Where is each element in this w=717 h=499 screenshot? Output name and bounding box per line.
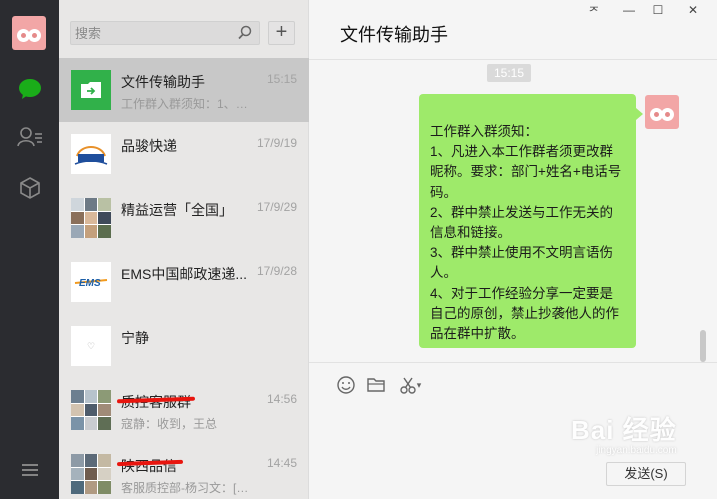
chat-item-qc-service[interactable]: 质控客服群 14:56 寇静：收到，王总 xyxy=(59,378,309,442)
chat-item-shaanxi[interactable]: 陕西品信 14:45 客服质控部-杨习文：[文... xyxy=(59,442,309,499)
message-line: 2、群中禁止发送与工作无关的信息和链接。 xyxy=(430,204,614,241)
conversation-panel: ᅎ — ☐ ✕ 文件传输助手 15:15 工作群入群须知： 1、凡进入本工作群者… xyxy=(309,0,717,499)
message-line: 1、凡进入本工作群者须更改群昵称。要求：部门+姓名+电话号码。 xyxy=(430,144,622,200)
svg-text:EMS: EMS xyxy=(79,278,101,289)
file-transfer-icon xyxy=(71,70,111,110)
sender-avatar[interactable] xyxy=(645,95,679,129)
chat-time: 17/9/19 xyxy=(256,136,297,150)
chat-name: EMS中国邮政速递... xyxy=(121,266,248,282)
chat-item-pinjun[interactable]: 品骏快递 17/9/19 xyxy=(59,122,309,186)
group-avatar-mosaic xyxy=(71,198,111,238)
chat-item-ningjing[interactable]: ♡ 宁静 xyxy=(59,314,309,378)
chat-list-panel: + 文件传输助手 15:15 工作群入群须知：1、凡... 品骏快递 17/9/… xyxy=(59,0,309,499)
chat-preview: 客服质控部-杨习文：[文... xyxy=(121,481,256,495)
close-button[interactable]: ✕ xyxy=(683,3,703,17)
folder-icon[interactable] xyxy=(365,374,387,396)
contact-avatar: ♡ xyxy=(71,326,111,366)
message-timestamp: 15:15 xyxy=(487,64,531,82)
chat-time: 17/9/29 xyxy=(256,200,297,214)
emoji-icon[interactable] xyxy=(335,374,357,396)
chat-name: 品骏快递 xyxy=(121,138,177,154)
cube-icon[interactable] xyxy=(17,175,43,201)
minimize-button[interactable]: — xyxy=(619,3,639,17)
chat-preview: 寇静：收到，王总 xyxy=(121,417,218,431)
pinjun-logo xyxy=(71,134,111,174)
chat-item-ems[interactable]: EMS EMS中国邮政速递... 17/9/28 xyxy=(59,250,309,314)
message-line: 工作群入群须知： xyxy=(430,124,538,139)
pin-button[interactable]: ᅎ xyxy=(584,3,604,20)
chat-time: 14:56 xyxy=(266,392,297,406)
watermark-main: Bai 经验 xyxy=(571,415,677,445)
maximize-button[interactable]: ☐ xyxy=(648,3,668,17)
ems-logo: EMS xyxy=(71,262,111,302)
search-icon[interactable] xyxy=(237,25,253,41)
add-chat-button[interactable]: + xyxy=(268,21,295,45)
chat-name: 陕西品信 xyxy=(121,458,177,474)
search-box[interactable] xyxy=(70,21,260,45)
conversation-title: 文件传输助手 xyxy=(340,25,448,45)
send-button[interactable]: 发送(S) xyxy=(606,462,686,486)
contacts-icon[interactable] xyxy=(17,124,43,150)
message-line: 4、对于工作经验分享一定要是自己的原创，禁止抄袭他人的作品在群中扩散。 xyxy=(430,285,619,342)
user-avatar[interactable] xyxy=(12,16,46,50)
search-input[interactable] xyxy=(71,22,231,44)
menu-icon[interactable] xyxy=(17,457,43,483)
chat-time: 17/9/28 xyxy=(256,264,297,278)
chat-name: 文件传输助手 xyxy=(121,74,205,90)
chat-preview: 工作群入群须知：1、凡... xyxy=(121,97,256,111)
chat-time: 14:45 xyxy=(266,456,297,470)
message-bubble[interactable]: 工作群入群须知： 1、凡进入本工作群者须更改群昵称。要求：部门+姓名+电话号码。… xyxy=(419,94,643,348)
nav-rail xyxy=(0,0,59,499)
chat-item-file-transfer[interactable]: 文件传输助手 15:15 工作群入群须知：1、凡... xyxy=(59,58,309,122)
chat-name: 宁静 xyxy=(121,330,149,346)
scissors-icon[interactable]: ▾ xyxy=(397,374,423,396)
chat-item-jingyi[interactable]: 精益运营「全国」 17/9/29 xyxy=(59,186,309,250)
group-avatar-mosaic xyxy=(71,454,111,494)
header-divider xyxy=(309,59,717,60)
input-divider xyxy=(309,362,717,363)
message-line: 3、群中禁止使用不文明言语伤人。 xyxy=(430,245,614,281)
chat-bubble-icon[interactable] xyxy=(17,76,43,102)
group-avatar-mosaic xyxy=(71,390,111,430)
watermark: Bai 经验 jingyan.baidu.com xyxy=(571,410,677,456)
message-scrollbar[interactable] xyxy=(700,330,706,362)
chevron-down-icon[interactable]: ▾ xyxy=(417,380,422,391)
chat-time: 15:15 xyxy=(266,72,297,86)
watermark-sub: jingyan.baidu.com xyxy=(596,445,677,456)
chat-name: 精益运营「全国」 xyxy=(121,202,233,218)
